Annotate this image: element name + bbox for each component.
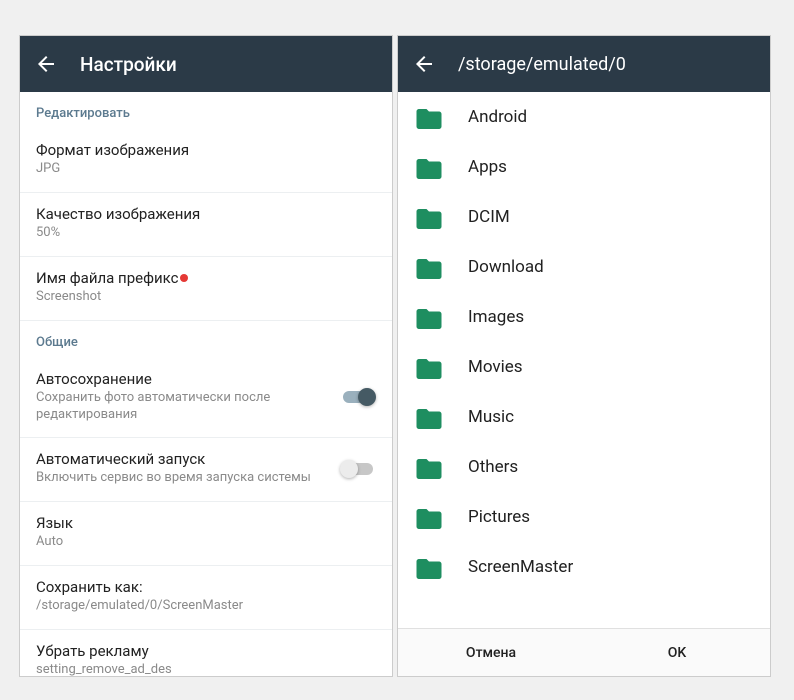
picker-bottom-bar: Отмена OK (398, 628, 770, 676)
folder-name: ScreenMaster (468, 557, 573, 577)
folder-row[interactable]: Download (398, 242, 770, 292)
cancel-button[interactable]: Отмена (398, 629, 584, 676)
ok-button[interactable]: OK (584, 629, 770, 676)
setting-language[interactable]: Язык Auto (20, 502, 392, 566)
setting-save-as[interactable]: Сохранить как: /storage/emulated/0/Scree… (20, 566, 392, 630)
folder-row[interactable]: ScreenMaster (398, 542, 770, 592)
folder-row[interactable]: DCIM (398, 192, 770, 242)
folder-row[interactable]: Apps (398, 142, 770, 192)
setting-label: Автоматический запуск (36, 450, 340, 468)
settings-title: Настройки (80, 53, 177, 76)
section-edit-header: Редактировать (20, 92, 392, 129)
folder-name: Android (468, 107, 527, 127)
folder-icon (414, 204, 444, 230)
setting-value: setting_remove_ad_des (36, 662, 376, 676)
folder-row[interactable]: Music (398, 392, 770, 442)
folder-name: Music (468, 407, 514, 427)
folder-icon (414, 254, 444, 280)
setting-value: JPG (36, 161, 376, 178)
autostart-toggle[interactable] (340, 459, 376, 479)
folder-icon (414, 404, 444, 430)
folder-name: Others (468, 457, 518, 477)
setting-label: Убрать рекламу (36, 642, 376, 660)
section-general-header: Общие (20, 321, 392, 358)
settings-screen: Настройки Редактировать Формат изображен… (20, 36, 392, 676)
setting-label: Качество изображения (36, 205, 376, 223)
folder-name: Download (468, 257, 544, 277)
folder-icon (414, 154, 444, 180)
folder-name: Apps (468, 157, 507, 177)
folder-icon (414, 454, 444, 480)
picker-toolbar: /storage/emulated/0 (398, 36, 770, 92)
setting-autostart[interactable]: Автоматический запуск Включить сервис во… (20, 438, 392, 502)
settings-toolbar: Настройки (20, 36, 392, 92)
setting-label: Имя файла префикс (36, 269, 376, 287)
autosave-toggle[interactable] (340, 387, 376, 407)
setting-value: /storage/emulated/0/ScreenMaster (36, 598, 376, 615)
folder-icon (414, 504, 444, 530)
badge-dot-icon (180, 274, 188, 282)
folder-row[interactable]: Movies (398, 342, 770, 392)
picker-path: /storage/emulated/0 (458, 54, 626, 75)
setting-label: Автосохранение (36, 370, 340, 388)
folder-icon (414, 304, 444, 330)
folder-name: Pictures (468, 507, 530, 527)
settings-content: Редактировать Формат изображения JPG Кач… (20, 92, 392, 676)
setting-autosave[interactable]: Автосохранение Сохранить фото автоматиче… (20, 358, 392, 439)
setting-remove-ads[interactable]: Убрать рекламу setting_remove_ad_des (20, 630, 392, 676)
folder-name: DCIM (468, 207, 510, 227)
setting-image-format[interactable]: Формат изображения JPG (20, 129, 392, 193)
back-icon[interactable] (34, 52, 58, 76)
setting-file-prefix[interactable]: Имя файла префикс Screenshot (20, 257, 392, 321)
setting-label: Формат изображения (36, 141, 376, 159)
folder-icon (414, 104, 444, 130)
setting-value: 50% (36, 225, 376, 242)
folder-name: Movies (468, 357, 523, 377)
setting-image-quality[interactable]: Качество изображения 50% (20, 193, 392, 257)
folder-row[interactable]: Others (398, 442, 770, 492)
setting-label: Сохранить как: (36, 578, 376, 596)
folder-row[interactable]: Images (398, 292, 770, 342)
folder-icon (414, 554, 444, 580)
setting-value: Auto (36, 534, 376, 551)
back-icon[interactable] (412, 52, 436, 76)
setting-value: Screenshot (36, 289, 376, 306)
folder-name: Images (468, 307, 524, 327)
setting-desc: Включить сервис во время запуска системы (36, 470, 340, 487)
folder-picker-screen: /storage/emulated/0 Android Apps DCIM Downl… (398, 36, 770, 676)
folder-row[interactable]: Pictures (398, 492, 770, 542)
folder-row[interactable]: Android (398, 92, 770, 142)
setting-label: Язык (36, 514, 376, 532)
folder-icon (414, 354, 444, 380)
folder-list: Android Apps DCIM Download Images Movies Music… (398, 92, 770, 628)
setting-desc: Сохранить фото автоматически после редак… (36, 390, 340, 424)
